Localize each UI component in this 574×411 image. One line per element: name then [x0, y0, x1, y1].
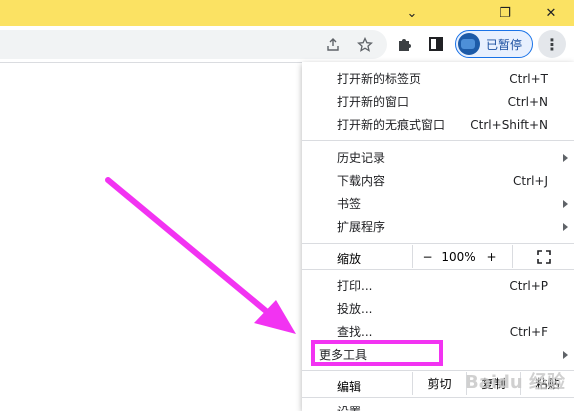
annotation-arrow	[105, 177, 296, 334]
watermark: Baidu 经验	[465, 372, 566, 393]
annotation-highlight-box	[311, 340, 443, 366]
